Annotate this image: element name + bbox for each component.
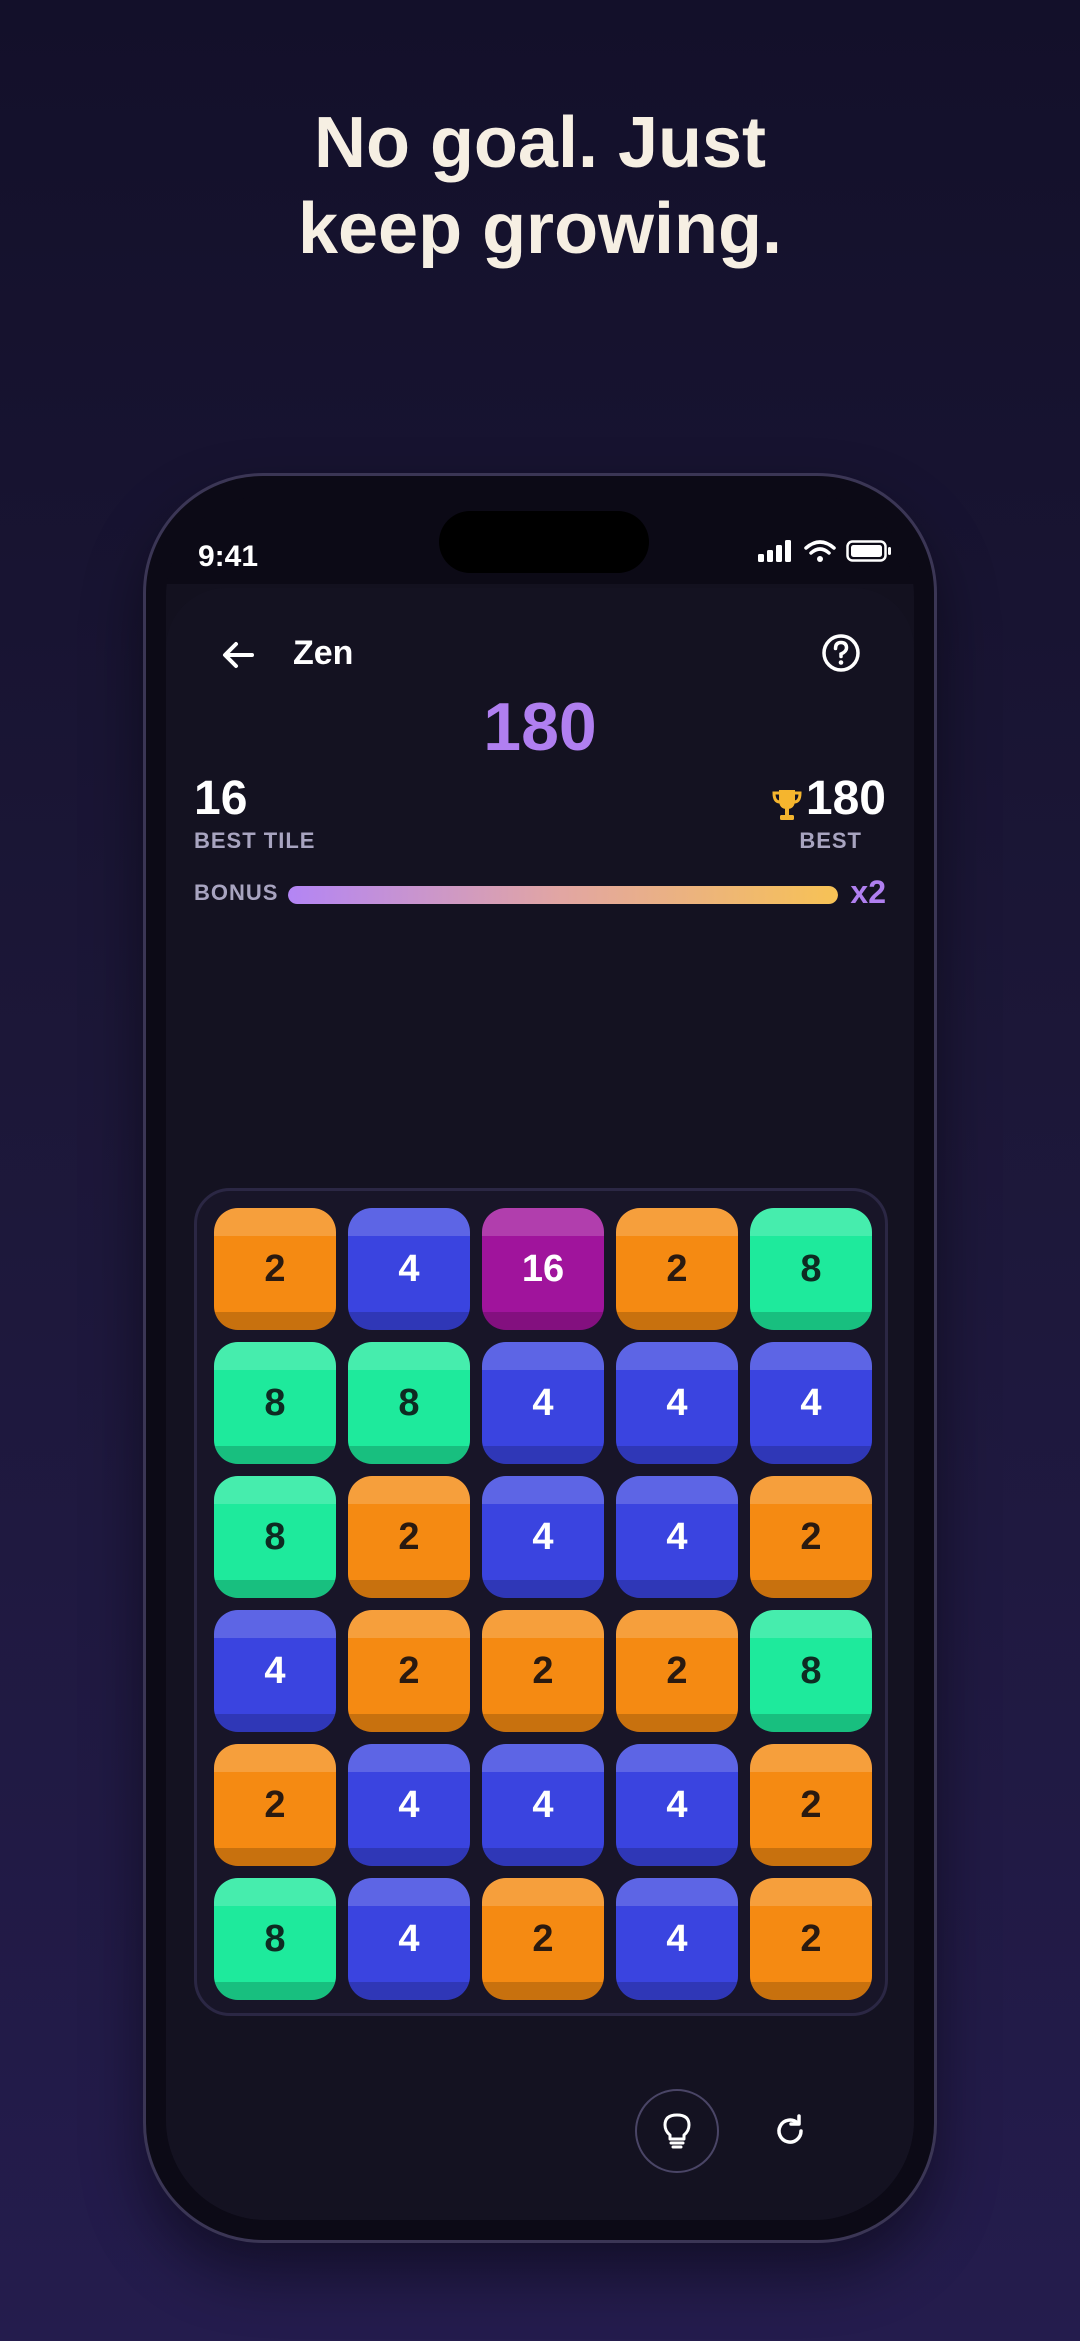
- best-tile-label: BEST TILE: [194, 828, 316, 853]
- phone-screen: 9:41 Zen 180 16 BEST TILE 180 BEST BONUS…: [166, 496, 914, 2220]
- current-score: 180: [483, 689, 597, 765]
- tile-value: 16: [521, 1247, 565, 1290]
- tile[interactable]: 4: [750, 1342, 872, 1464]
- tile-value: 4: [398, 1783, 420, 1826]
- help-button[interactable]: [816, 628, 866, 678]
- restart-button[interactable]: [760, 2101, 820, 2161]
- tile[interactable]: 8: [348, 1342, 470, 1464]
- best-score-value: 180: [805, 772, 886, 825]
- tile[interactable]: 2: [750, 1878, 872, 2000]
- lightbulb-icon: [663, 2113, 691, 2149]
- tile[interactable]: 2: [348, 1610, 470, 1732]
- battery-icon: [846, 540, 891, 562]
- tile[interactable]: 16: [482, 1208, 604, 1330]
- tile-value: 8: [800, 1247, 822, 1290]
- tile[interactable]: 2: [482, 1878, 604, 2000]
- phone-frame: 9:41 Zen 180 16 BEST TILE 180 BEST BONUS…: [143, 473, 937, 2243]
- tile[interactable]: 8: [750, 1208, 872, 1330]
- tile-value: 4: [532, 1783, 554, 1826]
- tile[interactable]: 4: [214, 1610, 336, 1732]
- tile-value: 8: [264, 1515, 286, 1558]
- tile[interactable]: 2: [214, 1744, 336, 1866]
- game-board: 2 4 16 2 8 8 8 4 4 4 8 2 4 4 2 4 2 2 2 8 2 4 4 4 2 8 4 2 4 2: [194, 1188, 888, 2016]
- tile[interactable]: 4: [482, 1476, 604, 1598]
- tile[interactable]: 2: [750, 1744, 872, 1866]
- tile[interactable]: 4: [348, 1744, 470, 1866]
- tile-value: 4: [264, 1649, 286, 1692]
- game-screen: Zen 180 16 BEST TILE 180 BEST BONUS x2 2…: [166, 588, 914, 2220]
- tile-value: 2: [666, 1649, 688, 1692]
- wifi-icon: [804, 540, 836, 562]
- tile-value: 2: [398, 1515, 420, 1558]
- hint-button[interactable]: [635, 2089, 719, 2173]
- headline: No goal. Just keep growing.: [0, 100, 1080, 272]
- bonus-multiplier: x2: [850, 874, 886, 910]
- tile[interactable]: 8: [214, 1476, 336, 1598]
- tile[interactable]: 2: [348, 1476, 470, 1598]
- tile[interactable]: 4: [616, 1342, 738, 1464]
- tile-value: 2: [800, 1783, 822, 1826]
- tile[interactable]: 2: [750, 1476, 872, 1598]
- tile[interactable]: 4: [348, 1878, 470, 2000]
- signal-icon: [758, 540, 791, 562]
- tile-value: 2: [264, 1783, 286, 1826]
- tile[interactable]: 8: [750, 1610, 872, 1732]
- tile-value: 8: [800, 1649, 822, 1692]
- best-score-label: BEST: [799, 828, 862, 853]
- tile-value: 2: [532, 1649, 554, 1692]
- headline-line-2: keep growing.: [297, 189, 783, 269]
- tile-value: 4: [398, 1917, 420, 1960]
- tile-value: 4: [666, 1381, 688, 1424]
- tile[interactable]: 4: [348, 1208, 470, 1330]
- tile-value: 2: [800, 1917, 822, 1960]
- bonus-progress-bar: [288, 886, 838, 904]
- back-button[interactable]: [214, 630, 264, 680]
- tile[interactable]: 2: [482, 1610, 604, 1732]
- best-tile-value: 16: [194, 772, 248, 825]
- tile-value: 8: [264, 1381, 286, 1424]
- tile-value: 4: [398, 1247, 420, 1290]
- page-title: Zen: [293, 634, 354, 672]
- tile[interactable]: 4: [616, 1476, 738, 1598]
- tile-value: 4: [532, 1515, 554, 1558]
- tile[interactable]: 4: [616, 1744, 738, 1866]
- tile-value: 4: [532, 1381, 554, 1424]
- tile[interactable]: 2: [616, 1610, 738, 1732]
- tile-value: 8: [398, 1381, 420, 1424]
- arrow-left-icon: [223, 642, 254, 668]
- bonus-label: BONUS: [194, 880, 279, 905]
- tile[interactable]: 2: [616, 1208, 738, 1330]
- dynamic-island: [439, 511, 649, 573]
- tile[interactable]: 4: [482, 1342, 604, 1464]
- tile[interactable]: 4: [616, 1878, 738, 2000]
- headline-line-1: No goal. Just: [313, 103, 767, 183]
- tile-value: 2: [398, 1649, 420, 1692]
- tile-value: 2: [532, 1917, 554, 1960]
- status-time: 9:41: [198, 540, 259, 573]
- tile[interactable]: 4: [482, 1744, 604, 1866]
- trophy-icon: [772, 790, 802, 820]
- tile-value: 4: [800, 1381, 822, 1424]
- tile-value: 8: [264, 1917, 286, 1960]
- refresh-icon: [777, 2114, 803, 2144]
- tile-value: 4: [666, 1917, 688, 1960]
- bonus-progress-fill: [288, 886, 838, 904]
- help-circle-icon: [822, 634, 860, 672]
- tile[interactable]: 8: [214, 1878, 336, 2000]
- status-icons: [758, 540, 892, 562]
- status-bar: 9:41: [166, 496, 914, 584]
- tile-value: 2: [666, 1247, 688, 1290]
- tile[interactable]: 8: [214, 1342, 336, 1464]
- tile-value: 2: [264, 1247, 286, 1290]
- tile-value: 4: [666, 1515, 688, 1558]
- tile-value: 4: [666, 1783, 688, 1826]
- tile-value: 2: [800, 1515, 822, 1558]
- tile[interactable]: 2: [214, 1208, 336, 1330]
